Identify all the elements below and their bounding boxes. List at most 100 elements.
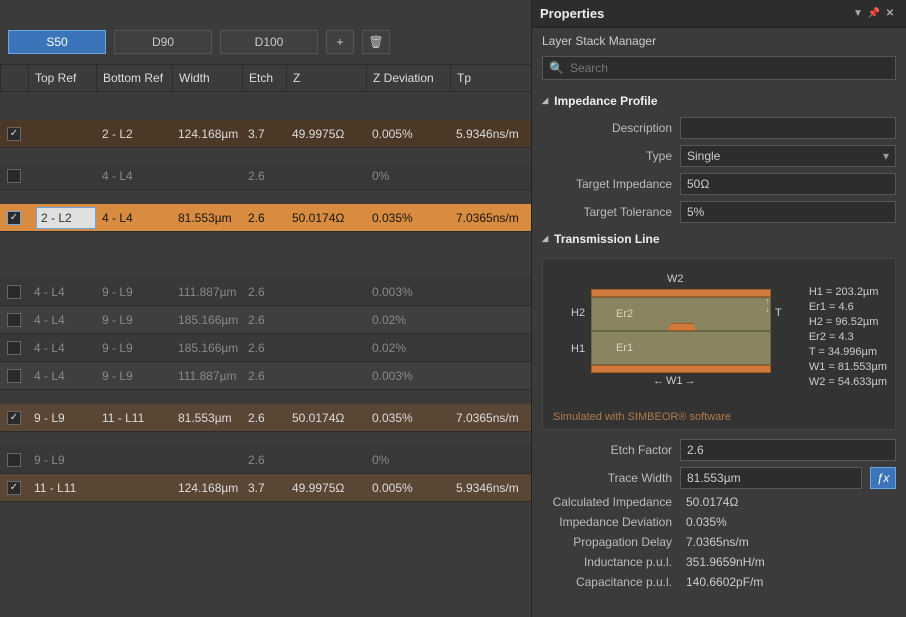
- pin-icon[interactable]: 📌: [866, 8, 882, 19]
- row-checkbox[interactable]: [7, 313, 21, 327]
- h2-label: H2: [571, 307, 585, 319]
- search-icon: 🔍: [549, 61, 564, 75]
- cell-etch: 2.6: [242, 169, 286, 183]
- panel-title: Properties: [540, 6, 604, 21]
- trash-icon: 🗑: [368, 35, 383, 49]
- dielectric-er1: Er1: [591, 331, 771, 365]
- add-profile-button[interactable]: +: [326, 30, 354, 54]
- table-row[interactable]: 4 - L49 - L9111.887µm2.60.003%: [0, 278, 531, 306]
- row-checkbox[interactable]: [7, 341, 21, 355]
- cell-bottom-ref: 9 - L9: [96, 341, 172, 355]
- row-checkbox[interactable]: [7, 411, 21, 425]
- section-transmission-line[interactable]: Transmission Line: [532, 226, 906, 252]
- copper-top: [591, 289, 771, 297]
- value-capacitance: 140.6602pF/m: [680, 575, 896, 589]
- input-trace-width[interactable]: 81.553µm: [680, 467, 862, 489]
- cell-bottom-ref: 2 - L2: [96, 127, 172, 141]
- row-checkbox[interactable]: [7, 453, 21, 467]
- value-impedance-deviation: 0.035%: [680, 515, 896, 529]
- row-checkbox[interactable]: [7, 481, 21, 495]
- cell-width: 81.553µm: [172, 211, 242, 225]
- header-z-deviation[interactable]: Z Deviation: [366, 65, 450, 91]
- table-row[interactable]: 11 - L11124.168µm3.749.9975Ω0.005%5.9346…: [0, 474, 531, 502]
- transmission-line-values: H1 = 203.2µm Er1 = 4.6 H2 = 96.52µm Er2 …: [809, 285, 887, 390]
- signal-trace: [668, 323, 696, 331]
- dielectric-er2: Er2: [591, 297, 771, 331]
- cell-z: 49.9975Ω: [286, 127, 366, 141]
- close-icon[interactable]: ✕: [882, 8, 898, 19]
- cell-etch: 2.6: [242, 453, 286, 467]
- panel-subtitle: Layer Stack Manager: [532, 28, 906, 48]
- cell-etch: 2.6: [242, 313, 286, 327]
- row-checkbox[interactable]: [7, 169, 21, 183]
- table-row[interactable]: 4 - L49 - L9185.166µm2.60.02%: [0, 306, 531, 334]
- cell-top-ref: 4 - L4: [28, 369, 96, 383]
- cell-top-ref: 9 - L9: [28, 453, 96, 467]
- cell-z: 50.0174Ω: [286, 211, 366, 225]
- label-propagation-delay: Propagation Delay: [542, 535, 672, 549]
- table-header: Top Ref Bottom Ref Width Etch Z Z Deviat…: [0, 64, 531, 92]
- input-target-tolerance[interactable]: 5%: [680, 201, 896, 223]
- plus-icon: +: [336, 35, 343, 49]
- table-row[interactable]: 4 - L42.60%: [0, 162, 531, 190]
- h1-label: H1: [571, 343, 585, 355]
- cell-z-deviation: 0.005%: [366, 127, 450, 141]
- formula-button[interactable]: ƒx: [870, 467, 896, 489]
- input-etch-factor[interactable]: 2.6: [680, 439, 896, 461]
- transmission-line-diagram: W2 Er2 Er1 H2 H1 ↑↓ T W1 H1 = 203.2µm Er…: [542, 258, 896, 430]
- value-propagation-delay: 7.0365ns/m: [680, 535, 896, 549]
- header-etch[interactable]: Etch: [242, 65, 286, 91]
- value-inductance: 351.9659nH/m: [680, 555, 896, 569]
- cell-etch: 2.6: [242, 369, 286, 383]
- label-type: Type: [542, 149, 672, 163]
- label-impedance-deviation: Impedance Deviation: [542, 515, 672, 529]
- table-row[interactable]: 2 - L2124.168µm3.749.9975Ω0.005%5.9346ns…: [0, 120, 531, 148]
- label-target-impedance: Target Impedance: [542, 177, 672, 191]
- cell-bottom-ref: 9 - L9: [96, 313, 172, 327]
- header-bottom-ref[interactable]: Bottom Ref: [96, 65, 172, 91]
- search-box[interactable]: 🔍: [542, 56, 896, 80]
- header-z[interactable]: Z: [286, 65, 366, 91]
- cell-width: 111.887µm: [172, 369, 242, 383]
- cell-etch: 3.7: [242, 127, 286, 141]
- dropdown-icon[interactable]: ▼: [850, 8, 866, 19]
- label-capacitance: Capacitance p.u.l.: [542, 575, 672, 589]
- cell-z-deviation: 0.003%: [366, 369, 450, 383]
- select-type[interactable]: Single: [680, 145, 896, 167]
- label-inductance: Inductance p.u.l.: [542, 555, 672, 569]
- tab-d90[interactable]: D90: [114, 30, 212, 54]
- table-row[interactable]: 9 - L911 - L1181.553µm2.650.0174Ω0.035%7…: [0, 404, 531, 432]
- row-checkbox[interactable]: [7, 369, 21, 383]
- table-row[interactable]: 4 - L49 - L9185.166µm2.60.02%: [0, 334, 531, 362]
- row-checkbox[interactable]: [7, 211, 21, 225]
- search-input[interactable]: [570, 61, 889, 75]
- section-impedance-profile[interactable]: Impedance Profile: [532, 88, 906, 114]
- w1-label: W1: [653, 375, 696, 387]
- input-target-impedance[interactable]: 50Ω: [680, 173, 896, 195]
- profile-tabs: S50 D90 D100 + 🗑: [0, 20, 531, 64]
- table-row[interactable]: 4 - L49 - L9111.887µm2.60.003%: [0, 362, 531, 390]
- t-label: T: [775, 307, 782, 319]
- cell-z: 50.0174Ω: [286, 411, 366, 425]
- cell-width: 185.166µm: [172, 313, 242, 327]
- delete-profile-button[interactable]: 🗑: [362, 30, 390, 54]
- input-description[interactable]: [680, 117, 896, 139]
- table-row[interactable]: 9 - L92.60%: [0, 446, 531, 474]
- value-calculated-impedance: 50.0174Ω: [680, 495, 896, 509]
- cell-etch: 3.7: [242, 481, 286, 495]
- tab-s50[interactable]: S50: [8, 30, 106, 54]
- label-target-tolerance: Target Tolerance: [542, 205, 672, 219]
- row-checkbox[interactable]: [7, 127, 21, 141]
- header-width[interactable]: Width: [172, 65, 242, 91]
- table-row[interactable]: 2 - L24 - L481.553µm2.650.0174Ω0.035%7.0…: [0, 204, 531, 232]
- cell-etch: 2.6: [242, 411, 286, 425]
- tab-d100[interactable]: D100: [220, 30, 318, 54]
- label-description: Description: [542, 121, 672, 135]
- cell-z-deviation: 0%: [366, 169, 450, 183]
- header-tp[interactable]: Tp: [450, 65, 524, 91]
- cell-tp: 7.0365ns/m: [450, 211, 524, 225]
- cell-width: 124.168µm: [172, 127, 242, 141]
- header-top-ref[interactable]: Top Ref: [28, 65, 96, 91]
- row-checkbox[interactable]: [7, 285, 21, 299]
- cell-top-ref: 4 - L4: [28, 341, 96, 355]
